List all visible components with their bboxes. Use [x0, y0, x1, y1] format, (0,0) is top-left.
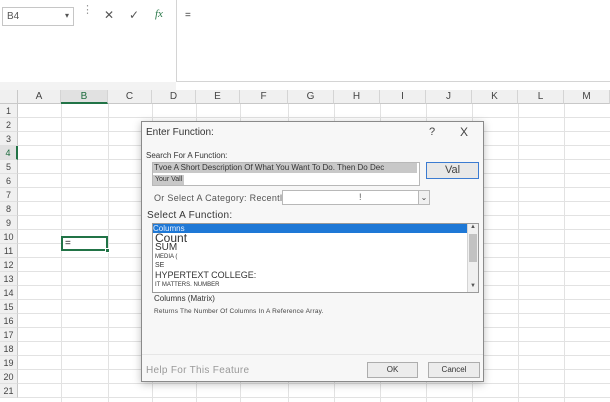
column-header-h[interactable]: H	[334, 90, 380, 104]
insert-function-dialog: Enter Function: ? X Search For A Functio…	[141, 121, 484, 382]
category-select[interactable]: ! ⌄	[282, 190, 430, 205]
formula-text: =	[185, 10, 191, 21]
row-header-8[interactable]: 8	[0, 202, 18, 216]
divider	[142, 354, 483, 355]
ok-button[interactable]: OK	[367, 362, 418, 378]
function-description: Returns The Number Of Columns In A Refer…	[154, 308, 324, 315]
row-header-10[interactable]: 10	[0, 230, 18, 244]
row-header-12[interactable]: 12	[0, 258, 18, 272]
function-list-item[interactable]: IT MATTERS. NUMBER	[155, 282, 219, 289]
formula-bar-gap	[0, 82, 176, 90]
row-header-13[interactable]: 13	[0, 272, 18, 286]
scroll-up-icon[interactable]: ▲	[468, 224, 478, 233]
row-header-5[interactable]: 5	[0, 160, 18, 174]
chevron-down-icon[interactable]: ▾	[65, 11, 69, 20]
active-cell-value: =	[65, 238, 71, 249]
scroll-thumb[interactable]	[469, 234, 477, 262]
row-header-4[interactable]: 4	[0, 146, 18, 160]
select-all-corner[interactable]	[0, 90, 18, 104]
function-list-item[interactable]: Columns	[153, 224, 467, 233]
gridline	[18, 383, 610, 384]
formula-bar: B4 ▾ ⋮ ✕ ✓ fx =	[0, 0, 610, 90]
column-header-i[interactable]: I	[380, 90, 426, 104]
search-label: Search For A Function:	[146, 151, 228, 160]
fill-handle[interactable]	[105, 248, 110, 253]
row-header-16[interactable]: 16	[0, 314, 18, 328]
column-header-k[interactable]: K	[472, 90, 518, 104]
list-scrollbar[interactable]: ▲ ▼	[467, 224, 478, 292]
column-header-e[interactable]: E	[196, 90, 240, 104]
row-header-18[interactable]: 18	[0, 342, 18, 356]
function-signature: Columns (Matrix)	[154, 294, 215, 303]
cancel-icon[interactable]: ✕	[104, 8, 114, 22]
column-header-c[interactable]: C	[108, 90, 152, 104]
column-header-b[interactable]: B	[61, 90, 108, 104]
column-header-m[interactable]: M	[564, 90, 610, 104]
gridline	[108, 104, 109, 402]
help-icon[interactable]: ?	[429, 126, 435, 138]
row-header-11[interactable]: 11	[0, 244, 18, 258]
function-list-item[interactable]: SUM	[155, 242, 177, 253]
function-list-item[interactable]: MEDIA (	[155, 254, 177, 261]
gridline	[518, 104, 519, 402]
gridline	[564, 104, 565, 402]
go-button[interactable]: Val	[426, 162, 479, 179]
cancel-button[interactable]: Cancel	[428, 362, 480, 378]
name-box[interactable]: B4 ▾	[2, 7, 74, 26]
chevron-down-icon[interactable]: ⌄	[418, 190, 430, 205]
row-header-3[interactable]: 3	[0, 132, 18, 146]
column-header-a[interactable]: A	[18, 90, 61, 104]
search-text-line1: Tvoe A Short Description Of What You Wan…	[153, 163, 417, 173]
active-cell-b4[interactable]: =	[61, 236, 110, 253]
row-header-17[interactable]: 17	[0, 328, 18, 342]
name-box-value: B4	[7, 11, 20, 22]
row-header-1[interactable]: 1	[0, 104, 18, 118]
insert-function-icon[interactable]: fx	[155, 8, 163, 20]
function-list[interactable]: Columns Count SUM MEDIA (SE HYPERTEXT COLLEG…	[152, 223, 479, 293]
row-header-15[interactable]: 15	[0, 300, 18, 314]
select-function-label: Select A Function:	[147, 210, 233, 221]
search-input[interactable]: Tvoe A Short Description Of What You Wan…	[152, 162, 420, 186]
function-list-item[interactable]: SE	[155, 262, 164, 270]
check-icon[interactable]: ✓	[129, 8, 139, 22]
row-header-2[interactable]: 2	[0, 118, 18, 132]
column-header-l[interactable]: L	[518, 90, 564, 104]
row-header-19[interactable]: 19	[0, 356, 18, 370]
function-list-item[interactable]: HYPERTEXT COLLEGE:	[155, 270, 256, 280]
row-header-14[interactable]: 14	[0, 286, 18, 300]
search-text-line2: Your Vall	[153, 175, 185, 185]
grip-dots-icon: ⋮	[82, 4, 93, 16]
gridline	[61, 104, 62, 402]
formula-buttons: ✕ ✓ fx	[96, 6, 176, 26]
dialog-title: Enter Function:	[146, 127, 214, 138]
column-header-d[interactable]: D	[152, 90, 196, 104]
column-header-g[interactable]: G	[288, 90, 334, 104]
column-header-j[interactable]: J	[426, 90, 472, 104]
row-header-20[interactable]: 20	[0, 370, 18, 384]
formula-input[interactable]: =	[176, 0, 610, 82]
row-header-21[interactable]: 21	[0, 384, 18, 398]
close-icon[interactable]: X	[460, 125, 468, 139]
column-header-f[interactable]: F	[240, 90, 288, 104]
help-link[interactable]: Help For This Feature	[146, 365, 249, 376]
row-header-9[interactable]: 9	[0, 216, 18, 230]
row-header-6[interactable]: 6	[0, 174, 18, 188]
category-value: !	[359, 192, 362, 202]
scroll-down-icon[interactable]: ▼	[468, 283, 478, 292]
gridline	[18, 117, 610, 118]
row-header-7[interactable]: 7	[0, 188, 18, 202]
gridline	[18, 397, 610, 398]
